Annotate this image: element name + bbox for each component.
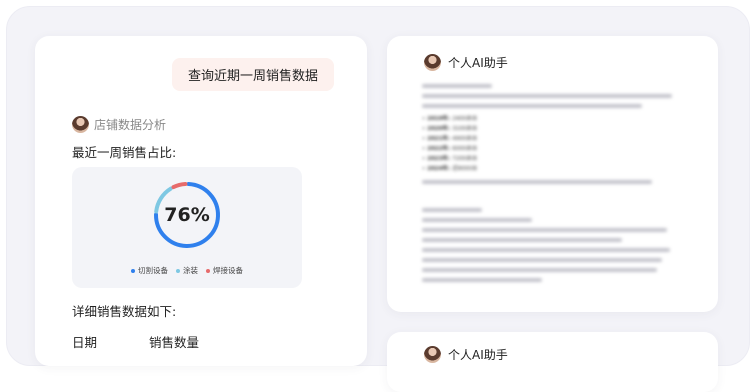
year-label: 2019年: [427, 116, 451, 122]
user-query-bubble: 查询近期一周销售数据 [172, 58, 334, 91]
legend-item-welding: 焊接设备 [206, 265, 243, 276]
legend-dot-welding [206, 268, 210, 273]
blurred-line [422, 84, 492, 88]
blurred-line [422, 180, 652, 184]
legend-item-cutting: 切割设备 [131, 265, 168, 276]
right-panel-header: 个人AI助手 [424, 54, 508, 71]
year-label: 2022年: [427, 146, 451, 152]
right-panel-title: 个人AI助手 [448, 56, 508, 70]
year-item: • 2022年: 6000余台 [422, 146, 478, 152]
blurred-line [422, 218, 532, 222]
chat-panel-left: 查询近期一周销售数据 店铺数据分析 最近一周销售占比: 76% 切割设备 涂装 … [35, 36, 367, 366]
legend-item-coating: 涂装 [176, 265, 198, 276]
legend-label-welding: 焊接设备 [213, 266, 243, 275]
blurred-line [422, 94, 672, 98]
blurred-line [422, 238, 622, 242]
blurred-line [422, 278, 542, 282]
year-value: 近8000台 [452, 166, 478, 172]
share-section-title: 最近一周销售占比: [72, 145, 177, 160]
blurred-line [422, 208, 482, 212]
assistant-avatar-right-2 [424, 346, 441, 363]
detail-section-title: 详细销售数据如下: [72, 304, 177, 319]
year-item: • 2019年: 2400余台 [422, 116, 478, 122]
year-item: • 2023年: 7200余台 [422, 156, 478, 162]
assistant-header: 店铺数据分析 [72, 116, 166, 133]
year-value: 2400余台 [452, 116, 478, 122]
donut-center-label: 76% [164, 204, 210, 226]
legend-dot-cutting [131, 268, 135, 273]
year-item: • 2021年: 4900余台 [422, 136, 478, 142]
legend-dot-coating [176, 268, 180, 273]
year-label: 2024年: [427, 166, 451, 172]
year-value: 3100余台 [452, 126, 478, 132]
assistant-avatar [72, 116, 89, 133]
table-header: 日期 销售数量 [72, 332, 199, 351]
year-value: 7200余台 [452, 156, 478, 162]
year-item: • 2024年: 近8000台 [422, 166, 478, 172]
year-label: 2023年: [427, 156, 451, 162]
assistant-name: 店铺数据分析 [94, 118, 167, 132]
blurred-line [422, 258, 662, 262]
chat-panel-right: 个人AI助手 • 2019年: 2400余台 • 2020年: 3100余台 • 2… [387, 36, 718, 312]
blurred-line [422, 228, 667, 232]
legend-label-cutting: 切割设备 [138, 266, 168, 275]
year-value: 6000余台 [452, 146, 478, 152]
year-item: • 2020年: 3100余台 [422, 126, 478, 132]
year-label: 2020年: [427, 126, 451, 132]
year-label: 2021年: [427, 136, 451, 142]
table-col-date: 日期 [72, 335, 98, 350]
legend-label-coating: 涂装 [183, 266, 198, 275]
chat-panel-right-next: 个人AI助手 [387, 332, 718, 392]
chart-legend: 切割设备 涂装 焊接设备 [72, 265, 302, 276]
user-query-text: 查询近期一周销售数据 [187, 69, 318, 84]
assistant-avatar-right [424, 54, 441, 71]
blurred-line [422, 104, 642, 108]
blurred-content: • 2019年: 2400余台 • 2020年: 3100余台 • 2021年: 49… [422, 84, 682, 288]
blurred-line [422, 248, 670, 252]
year-list: • 2019年: 2400余台 • 2020年: 3100余台 • 2021年: 49… [422, 114, 682, 174]
table-col-quantity: 销售数量 [149, 335, 200, 350]
sales-share-chart: 76% 切割设备 涂装 焊接设备 [72, 167, 302, 288]
year-value: 4900余台 [452, 136, 478, 142]
right-panel-2-title: 个人AI助手 [448, 348, 508, 362]
right-panel-2-header: 个人AI助手 [424, 346, 508, 363]
blurred-line [422, 268, 657, 272]
